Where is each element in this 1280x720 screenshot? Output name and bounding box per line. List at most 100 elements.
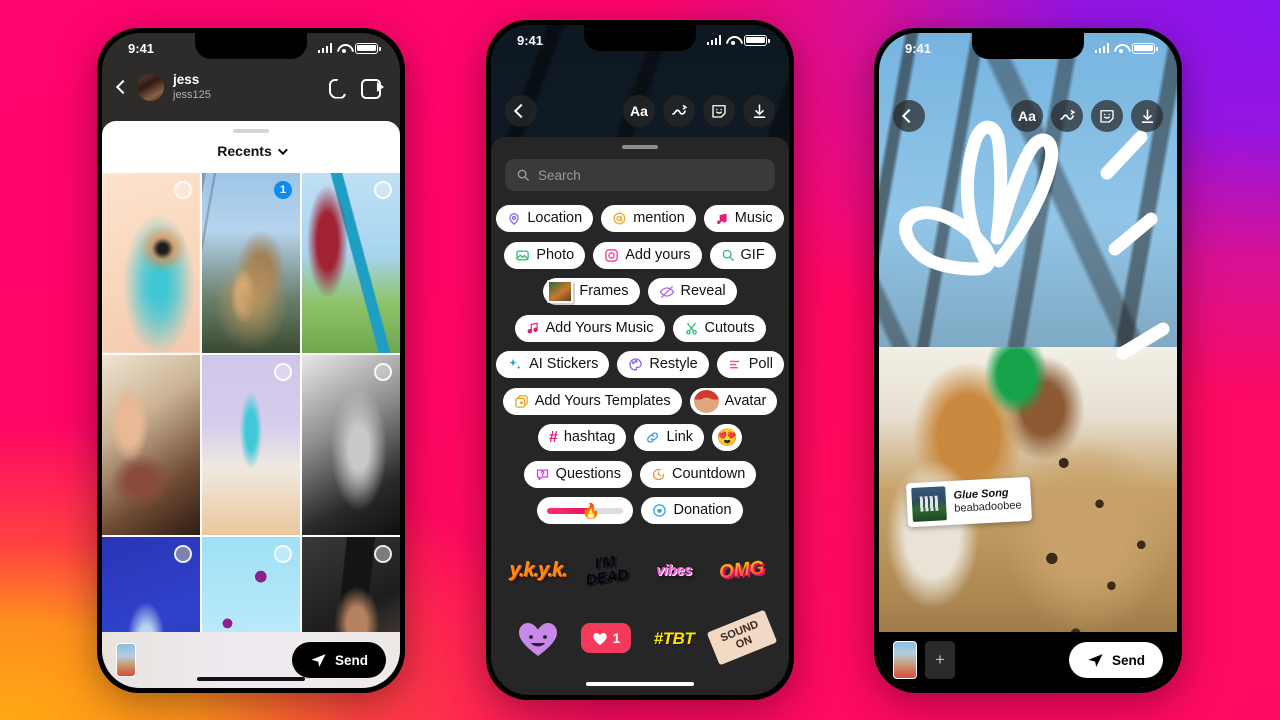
phone-2-screen: 9:41 Aa Search Location mention Music Ph… xyxy=(491,25,789,695)
vibes-sticker[interactable]: vibes xyxy=(656,563,692,578)
download-icon[interactable] xyxy=(743,95,775,127)
chip-frames[interactable]: Frames xyxy=(543,278,640,305)
notch xyxy=(972,33,1084,59)
chip-reveal[interactable]: Reveal xyxy=(647,278,737,305)
chip-add-yours-music[interactable]: Add Yours Music xyxy=(514,314,665,342)
gallery-tile[interactable] xyxy=(202,355,300,535)
back-chevron-icon[interactable] xyxy=(893,100,925,132)
wifi-icon xyxy=(1114,43,1127,54)
status-icons xyxy=(317,42,381,54)
toolbar-right-icons: Aa xyxy=(1011,100,1163,132)
gallery-tile[interactable]: 1 xyxy=(202,173,300,353)
threads-at-icon xyxy=(613,212,626,225)
chip-label: Add Yours Templates xyxy=(534,392,671,409)
emoji-slider-icon[interactable]: 🔥 xyxy=(581,502,600,520)
dm-identity[interactable]: jess jess125 xyxy=(173,72,318,101)
donation-heart-icon xyxy=(653,504,667,517)
purple-heart-face-sticker[interactable] xyxy=(516,618,560,658)
chip-label: Music xyxy=(734,210,773,227)
text-tool-icon[interactable]: Aa xyxy=(623,95,655,127)
sticker-tool-icon[interactable] xyxy=(703,95,735,127)
chip-photo[interactable]: Photo xyxy=(504,241,586,269)
omg-sticker[interactable]: OMG xyxy=(718,557,765,583)
selection-circle[interactable] xyxy=(274,545,292,563)
draw-tool-icon[interactable] xyxy=(663,95,695,127)
sound-on-sticker[interactable]: SOUND ON xyxy=(706,610,778,666)
chip-restyle[interactable]: Restyle xyxy=(617,351,709,378)
chip-row: Location mention Music xyxy=(496,205,784,232)
tbt-sticker[interactable]: #TBT xyxy=(654,630,695,647)
chip-add-yours[interactable]: Add yours xyxy=(593,241,702,269)
like-count-sticker[interactable]: 1 xyxy=(580,623,632,653)
selection-circle[interactable] xyxy=(174,181,192,199)
avatar[interactable] xyxy=(137,73,164,101)
paper-plane-icon xyxy=(1088,653,1103,667)
chip-questions[interactable]: Questions xyxy=(523,460,632,488)
chip-donation[interactable]: Donation xyxy=(641,497,743,524)
selection-circle[interactable] xyxy=(374,363,392,381)
battery-icon xyxy=(1132,42,1158,54)
sticker-tool-icon[interactable] xyxy=(1091,100,1123,132)
chip-label: mention xyxy=(633,210,685,227)
chip-add-yours-templates[interactable]: Add Yours Templates xyxy=(502,387,682,415)
home-indicator xyxy=(197,676,305,681)
tray-grabber[interactable] xyxy=(622,145,658,149)
selection-circle[interactable] xyxy=(174,545,192,563)
poll-bars-icon xyxy=(729,360,740,369)
chip-emoji-heart-eyes[interactable]: 😍 xyxy=(712,424,743,451)
back-chevron-icon[interactable] xyxy=(505,95,537,127)
music-artist: beabadoobee xyxy=(954,499,1022,515)
gallery-tile[interactable] xyxy=(302,355,400,535)
gallery-tile[interactable] xyxy=(302,173,400,353)
status-icons xyxy=(706,34,770,46)
selection-badge[interactable]: 1 xyxy=(274,181,292,199)
chip-avatar[interactable]: Avatar xyxy=(689,387,778,415)
send-button[interactable]: Send xyxy=(1068,642,1163,678)
phone-call-icon[interactable] xyxy=(327,78,346,97)
chip-row: Add Yours Templates Avatar xyxy=(501,387,779,415)
photo-grid: 1 xyxy=(102,173,400,688)
back-chevron-icon[interactable] xyxy=(115,79,131,95)
avatar-face-icon xyxy=(693,389,719,413)
search-input[interactable]: Search xyxy=(505,159,775,191)
chip-countdown[interactable]: Countdown xyxy=(639,460,757,488)
selected-photo-thumbnail[interactable] xyxy=(116,643,136,677)
chip-label: Photo xyxy=(536,246,575,263)
selected-photo-thumbnail[interactable] xyxy=(893,641,917,679)
ykyk-sticker[interactable]: y.k.y.k. xyxy=(509,560,567,580)
album-selector[interactable]: Recents xyxy=(102,133,400,169)
chip-cutouts[interactable]: Cutouts xyxy=(672,314,766,342)
gallery-tile[interactable] xyxy=(102,355,200,535)
text-tool-icon[interactable]: Aa xyxy=(1011,100,1043,132)
chip-hashtag[interactable]: # hashtag xyxy=(537,424,627,451)
chip-emoji-slider[interactable]: 🔥 xyxy=(537,497,634,524)
chip-music[interactable]: Music xyxy=(703,205,784,232)
chip-link[interactable]: Link xyxy=(634,424,705,451)
chip-label: GIF xyxy=(740,246,765,263)
chip-gif[interactable]: GIF xyxy=(709,241,776,269)
chip-poll[interactable]: Poll xyxy=(716,351,784,378)
add-media-button[interactable]: + xyxy=(925,641,955,679)
chip-mention[interactable]: mention xyxy=(601,205,696,232)
gallery-tile[interactable] xyxy=(102,173,200,353)
selection-circle[interactable] xyxy=(374,545,392,563)
chip-location[interactable]: Location xyxy=(496,205,594,232)
phone-1-dm-gallery: 9:41 jess jess125 Recents 1 Send xyxy=(97,28,405,693)
selection-circle[interactable] xyxy=(274,363,292,381)
album-art xyxy=(911,486,947,522)
selection-circle[interactable] xyxy=(374,181,392,199)
chip-row: AI Stickers Restyle Poll xyxy=(496,351,784,378)
signal-icon xyxy=(317,43,332,53)
chip-label: Poll xyxy=(748,356,773,373)
chip-label: Avatar xyxy=(724,392,767,409)
music-sticker[interactable]: Glue Song beabadoobee xyxy=(905,476,1033,528)
download-icon[interactable] xyxy=(1131,100,1163,132)
draw-tool-icon[interactable] xyxy=(1051,100,1083,132)
wifi-icon xyxy=(726,35,739,46)
video-call-icon[interactable] xyxy=(361,79,384,99)
chip-ai-stickers[interactable]: AI Stickers xyxy=(496,351,610,378)
im-dead-sticker[interactable]: I'M DEAD xyxy=(573,551,639,589)
send-button[interactable]: Send xyxy=(291,642,386,678)
paper-plane-icon xyxy=(311,653,326,667)
notch xyxy=(584,25,696,51)
